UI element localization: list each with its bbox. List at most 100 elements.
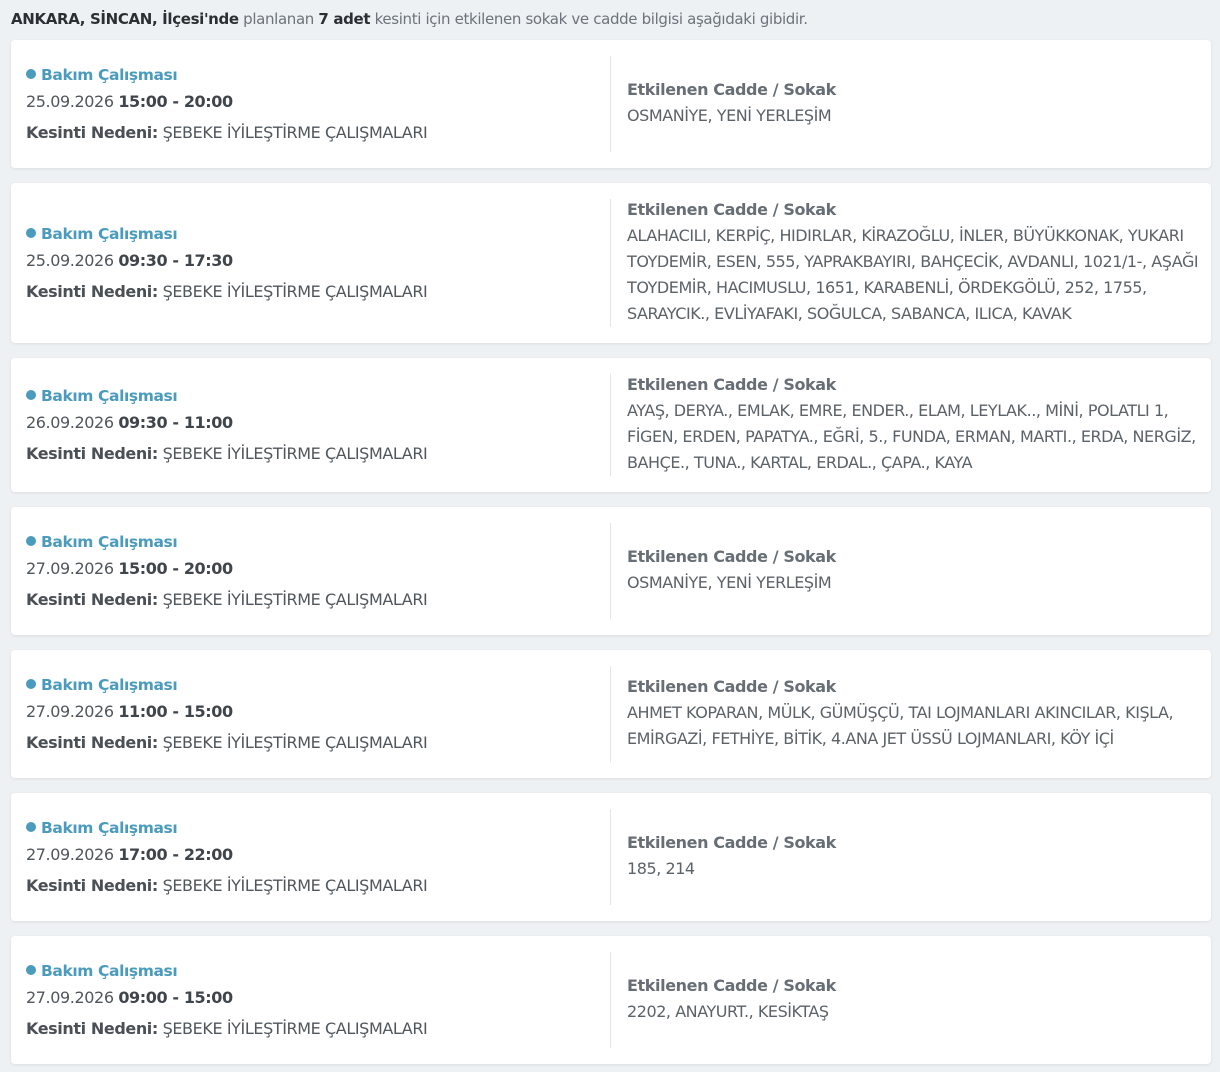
outage-info: Bakım Çalışması 25.09.2026 09:30 - 17:30… — [11, 197, 610, 329]
streets-title: Etkilenen Cadde / Sokak — [627, 79, 836, 99]
outage-type-row: Bakım Çalışması — [26, 676, 610, 694]
dot-icon — [26, 69, 36, 79]
outage-hours: 11:00 - 15:00 — [118, 702, 233, 721]
dot-icon — [26, 390, 36, 400]
outage-date: 25.09.2026 — [26, 251, 114, 270]
streets-title: Etkilenen Cadde / Sokak — [627, 199, 836, 219]
outage-card: Bakım Çalışması 25.09.2026 15:00 - 20:00… — [11, 40, 1211, 168]
outage-time: 27.09.2026 11:00 - 15:00 — [26, 702, 610, 721]
outage-type: Bakım Çalışması — [41, 533, 178, 551]
reason-label: Kesinti Nedeni: — [26, 282, 158, 301]
outage-reason: Kesinti Nedeni: ŞEBEKE İYİLEŞTİRME ÇALIŞ… — [26, 1019, 610, 1038]
summary-location: ANKARA, SİNCAN, İlçesi'nde — [11, 10, 239, 28]
outage-card: Bakım Çalışması 27.09.2026 09:00 - 15:00… — [11, 936, 1211, 1064]
reason-label: Kesinti Nedeni: — [26, 123, 158, 142]
streets-list: 2202, ANAYURT., KESİKTAŞ — [627, 1001, 829, 1021]
outage-reason: Kesinti Nedeni: ŞEBEKE İYİLEŞTİRME ÇALIŞ… — [26, 282, 610, 301]
affected-streets: Etkilenen Cadde / Sokak OSMANİYE, YENİ Y… — [611, 80, 1211, 129]
outage-type: Bakım Çalışması — [41, 962, 178, 980]
summary-text: ANKARA, SİNCAN, İlçesi'nde planlanan 7 a… — [11, 0, 1211, 40]
outage-reason: Kesinti Nedeni: ŞEBEKE İYİLEŞTİRME ÇALIŞ… — [26, 123, 610, 142]
outage-info: Bakım Çalışması 27.09.2026 11:00 - 15:00… — [11, 664, 610, 764]
dot-icon — [26, 965, 36, 975]
reason-label: Kesinti Nedeni: — [26, 1019, 158, 1038]
dot-icon — [26, 679, 36, 689]
outage-time: 27.09.2026 17:00 - 22:00 — [26, 845, 610, 864]
outage-list: Bakım Çalışması 25.09.2026 15:00 - 20:00… — [11, 40, 1211, 1072]
dot-icon — [26, 822, 36, 832]
outage-date: 27.09.2026 — [26, 702, 114, 721]
outage-type: Bakım Çalışması — [41, 819, 178, 837]
outage-card: Bakım Çalışması 27.09.2026 11:00 - 15:00… — [11, 650, 1211, 778]
streets-title: Etkilenen Cadde / Sokak — [627, 676, 836, 696]
outage-card: Bakım Çalışması 26.09.2026 09:30 - 11:00… — [11, 358, 1211, 492]
outage-card: Bakım Çalışması 27.09.2026 15:00 - 20:00… — [11, 507, 1211, 635]
reason-label: Kesinti Nedeni: — [26, 733, 158, 752]
outage-time: 27.09.2026 15:00 - 20:00 — [26, 559, 610, 578]
reason-label: Kesinti Nedeni: — [26, 876, 158, 895]
affected-streets: Etkilenen Cadde / Sokak AHMET KOPARAN, M… — [611, 677, 1211, 752]
outage-time: 27.09.2026 09:00 - 15:00 — [26, 988, 610, 1007]
outage-time: 25.09.2026 15:00 - 20:00 — [26, 92, 610, 111]
outage-type: Bakım Çalışması — [41, 225, 178, 243]
outage-hours: 15:00 - 20:00 — [118, 559, 233, 578]
reason-value: ŞEBEKE İYİLEŞTİRME ÇALIŞMALARI — [162, 733, 428, 752]
outage-card: Bakım Çalışması 27.09.2026 17:00 - 22:00… — [11, 793, 1211, 921]
outage-time: 26.09.2026 09:30 - 11:00 — [26, 413, 610, 432]
streets-list: ALAHACILI, KERPİÇ, HIDIRLAR, KİRAZOĞLU, … — [627, 225, 1199, 323]
outage-type-row: Bakım Çalışması — [26, 819, 610, 837]
outage-reason: Kesinti Nedeni: ŞEBEKE İYİLEŞTİRME ÇALIŞ… — [26, 876, 610, 895]
outage-hours: 15:00 - 20:00 — [118, 92, 233, 111]
outage-date: 27.09.2026 — [26, 845, 114, 864]
streets-list: AHMET KOPARAN, MÜLK, GÜMÜŞÇÜ, TAI LOJMAN… — [627, 702, 1174, 748]
outage-hours: 17:00 - 22:00 — [118, 845, 233, 864]
reason-value: ŞEBEKE İYİLEŞTİRME ÇALIŞMALARI — [162, 1019, 428, 1038]
outage-info: Bakım Çalışması 25.09.2026 15:00 - 20:00… — [11, 54, 610, 154]
outage-type: Bakım Çalışması — [41, 66, 178, 84]
streets-list: OSMANİYE, YENİ YERLEŞİM — [627, 105, 832, 125]
outage-type: Bakım Çalışması — [41, 387, 178, 405]
summary-count: 7 adet — [318, 10, 371, 28]
summary-rest: kesinti için etkilenen sokak ve cadde bi… — [374, 10, 808, 28]
reason-value: ŞEBEKE İYİLEŞTİRME ÇALIŞMALARI — [162, 590, 428, 609]
affected-streets: Etkilenen Cadde / Sokak ALAHACILI, KERPİ… — [611, 200, 1211, 327]
outage-reason: Kesinti Nedeni: ŞEBEKE İYİLEŞTİRME ÇALIŞ… — [26, 590, 610, 609]
reason-value: ŞEBEKE İYİLEŞTİRME ÇALIŞMALARI — [162, 123, 428, 142]
dot-icon — [26, 536, 36, 546]
outage-info: Bakım Çalışması 27.09.2026 17:00 - 22:00… — [11, 807, 610, 907]
outage-hours: 09:00 - 15:00 — [118, 988, 233, 1007]
outage-info: Bakım Çalışması 27.09.2026 09:00 - 15:00… — [11, 950, 610, 1050]
streets-list: AYAŞ, DERYA., EMLAK, EMRE, ENDER., ELAM,… — [627, 400, 1196, 472]
outage-hours: 09:30 - 17:30 — [118, 251, 233, 270]
outage-date: 27.09.2026 — [26, 988, 114, 1007]
streets-title: Etkilenen Cadde / Sokak — [627, 546, 836, 566]
affected-streets: Etkilenen Cadde / Sokak 185, 214 — [611, 833, 1211, 882]
dot-icon — [26, 228, 36, 238]
outage-card: Bakım Çalışması 25.09.2026 09:30 - 17:30… — [11, 183, 1211, 343]
outage-date: 26.09.2026 — [26, 413, 114, 432]
outage-date: 27.09.2026 — [26, 559, 114, 578]
outage-info: Bakım Çalışması 27.09.2026 15:00 - 20:00… — [11, 521, 610, 621]
outage-info: Bakım Çalışması 26.09.2026 09:30 - 11:00… — [11, 372, 610, 478]
reason-value: ŞEBEKE İYİLEŞTİRME ÇALIŞMALARI — [162, 282, 428, 301]
summary-planned: planlanan — [243, 10, 314, 28]
outage-date: 25.09.2026 — [26, 92, 114, 111]
outage-type-row: Bakım Çalışması — [26, 533, 610, 551]
outage-type-row: Bakım Çalışması — [26, 66, 610, 84]
outage-hours: 09:30 - 11:00 — [118, 413, 233, 432]
affected-streets: Etkilenen Cadde / Sokak AYAŞ, DERYA., EM… — [611, 375, 1211, 476]
outage-type-row: Bakım Çalışması — [26, 962, 610, 980]
streets-list: OSMANİYE, YENİ YERLEŞİM — [627, 572, 832, 592]
reason-label: Kesinti Nedeni: — [26, 590, 158, 609]
streets-title: Etkilenen Cadde / Sokak — [627, 832, 836, 852]
reason-label: Kesinti Nedeni: — [26, 444, 158, 463]
outage-reason: Kesinti Nedeni: ŞEBEKE İYİLEŞTİRME ÇALIŞ… — [26, 733, 610, 752]
streets-list: 185, 214 — [627, 858, 695, 878]
outage-time: 25.09.2026 09:30 - 17:30 — [26, 251, 610, 270]
streets-title: Etkilenen Cadde / Sokak — [627, 374, 836, 394]
outage-type-row: Bakım Çalışması — [26, 225, 610, 243]
outage-type: Bakım Çalışması — [41, 676, 178, 694]
page: ANKARA, SİNCAN, İlçesi'nde planlanan 7 a… — [0, 0, 1220, 1072]
streets-title: Etkilenen Cadde / Sokak — [627, 975, 836, 995]
reason-value: ŞEBEKE İYİLEŞTİRME ÇALIŞMALARI — [162, 444, 428, 463]
